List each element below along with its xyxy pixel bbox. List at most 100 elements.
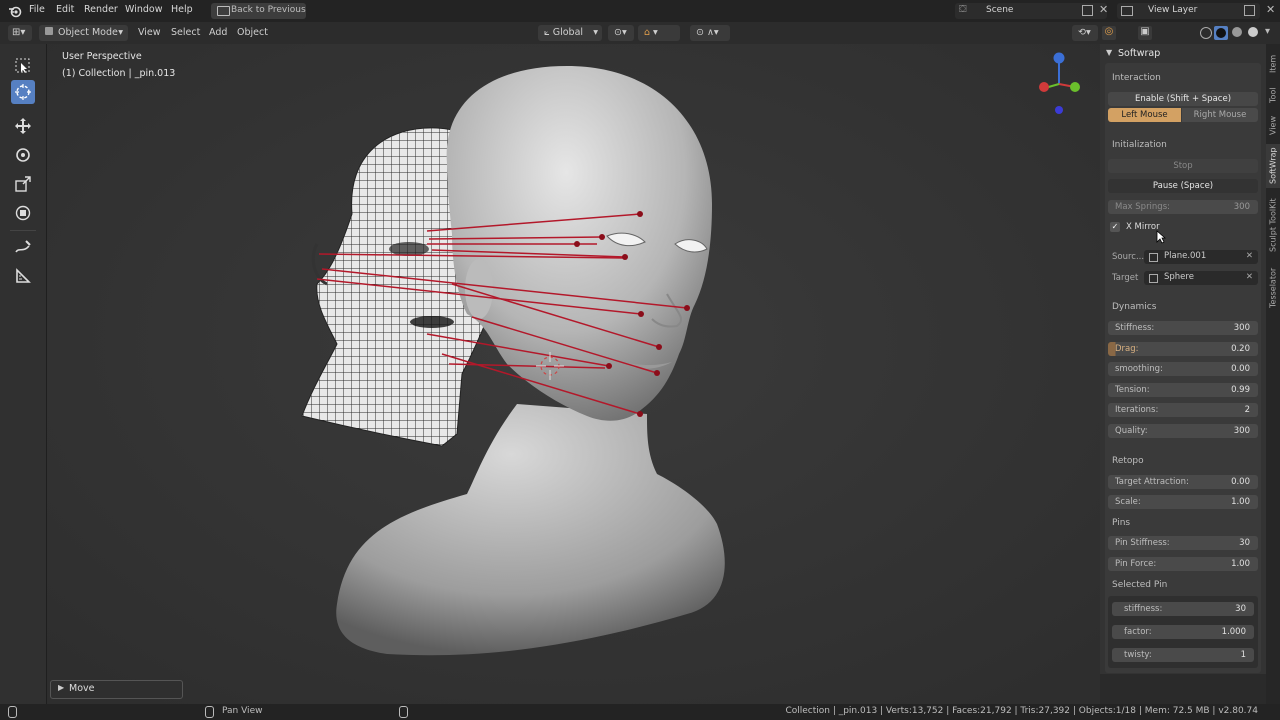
menu-window[interactable]: Window (125, 4, 162, 15)
left-mouse-button[interactable]: Left Mouse (1108, 108, 1181, 122)
annotate-tool[interactable] (11, 235, 35, 259)
tab-view[interactable]: View (1266, 112, 1280, 140)
wireframe-shading-icon[interactable] (1200, 27, 1212, 39)
move-panel-label: Move (69, 683, 95, 694)
rendered-shading-icon[interactable] (1248, 27, 1258, 37)
x-mirror-label: X Mirror (1126, 222, 1160, 232)
source-object-field[interactable]: Plane.001 ✕ (1144, 250, 1258, 264)
overlays-icon[interactable]: ◎ (1102, 26, 1116, 40)
pin-stiffness-sel-field[interactable]: stiffness: 30 (1112, 602, 1254, 616)
sidebar-panel: ▼ Softwrap Interaction Enable (Shift + S… (1100, 44, 1266, 674)
3d-viewport[interactable]: User Perspective (1) Collection | _pin.0… (47, 44, 1100, 704)
duplicate-layer-icon[interactable] (1244, 5, 1255, 16)
tab-tesselator[interactable]: Tesselator (1266, 262, 1280, 314)
gizmo-icon: ⟲▾ (1078, 27, 1091, 38)
move-tool[interactable] (11, 114, 35, 138)
pause-button[interactable]: Pause (Space) (1108, 179, 1258, 193)
snap-magnet-icon: ⌂ (644, 27, 651, 38)
field-value: 0.20 (1231, 344, 1250, 354)
tab-item[interactable]: Item (1266, 50, 1280, 78)
view-layer-selector[interactable]: View Layer (1117, 3, 1260, 19)
select-box-tool[interactable] (11, 54, 35, 78)
mouse-left-icon (8, 706, 17, 718)
pin-force-field[interactable]: Pin Force: 1.00 (1108, 557, 1258, 571)
source-label: Sourc... (1112, 252, 1145, 262)
transform-orientation-dropdown[interactable]: ⟀ Global ▾ (538, 25, 602, 41)
tab-softwrap[interactable]: SoftWrap (1266, 144, 1280, 188)
target-label: Target (1112, 273, 1139, 283)
clear-source-icon[interactable]: ✕ (1246, 251, 1253, 261)
snap-button[interactable]: ⌂ ▾ (638, 25, 680, 41)
enable-button[interactable]: Enable (Shift + Space) (1108, 92, 1258, 106)
move-icon (15, 118, 31, 134)
blender-logo-icon[interactable] (8, 4, 22, 18)
field-value: 30 (1239, 538, 1250, 548)
close-view-layer-icon[interactable]: ✕ (1266, 3, 1275, 16)
field-label: Pin Force: (1115, 559, 1157, 569)
viewport-gizmo-button[interactable]: ⟲▾ (1072, 25, 1098, 41)
shading-options-icon[interactable]: ▾ (1265, 26, 1270, 37)
drag-field[interactable]: Drag: 0.20 (1108, 342, 1258, 356)
pivot-point-dropdown[interactable]: ⊙▾ (608, 25, 634, 41)
field-label: Scale: (1115, 497, 1141, 507)
view-layer-icon (1121, 6, 1133, 16)
field-label: twisty: (1124, 650, 1152, 660)
xray-icon[interactable]: ▣ (1138, 26, 1152, 40)
rotate-tool[interactable] (11, 143, 35, 167)
duplicate-scene-icon[interactable] (1082, 5, 1093, 16)
tab-sculpt-toolkit[interactable]: Sculpt ToolKit (1266, 192, 1280, 258)
dynamics-heading: Dynamics (1112, 302, 1157, 312)
measure-tool[interactable] (11, 264, 35, 288)
smoothing-field[interactable]: smoothing: 0.00 (1108, 362, 1258, 376)
proportional-edit-button[interactable]: ⊙ ∧▾ (690, 25, 730, 41)
pan-view-hint: Pan View (222, 706, 263, 716)
collapse-arrow-icon[interactable]: ▼ (1106, 48, 1112, 57)
iterations-field[interactable]: Iterations: 2 (1108, 403, 1258, 417)
scale-field[interactable]: Scale: 1.00 (1108, 495, 1258, 509)
back-to-previous-button[interactable]: Back to Previous (211, 3, 306, 19)
quality-field[interactable]: Quality: 300 (1108, 424, 1258, 438)
menu-edit[interactable]: Edit (56, 4, 74, 15)
stop-button[interactable]: Stop (1108, 159, 1258, 173)
menu-file[interactable]: File (29, 4, 45, 15)
max-springs-value: 300 (1233, 202, 1250, 212)
max-springs-field[interactable]: Max Springs: 300 (1108, 200, 1258, 214)
expand-icon: ▶ (58, 683, 65, 692)
menu-object[interactable]: Object (237, 25, 268, 41)
mouse-pointer-icon (1156, 230, 1166, 244)
pin-twisty-field[interactable]: twisty: 1 (1112, 648, 1254, 662)
back-to-previous-label: Back to Previous (231, 5, 306, 15)
editor-type-button[interactable]: ⊞▾ (8, 25, 32, 41)
material-shading-icon[interactable] (1232, 27, 1242, 37)
chevron-down-icon: ▾ (593, 27, 598, 38)
tension-field[interactable]: Tension: 0.99 (1108, 383, 1258, 397)
pin-factor-field[interactable]: factor: 1.000 (1112, 625, 1254, 639)
stiffness-field[interactable]: Stiffness: 300 (1108, 321, 1258, 335)
target-attraction-field[interactable]: Target Attraction: 0.00 (1108, 475, 1258, 489)
close-scene-icon[interactable]: ✕ (1099, 3, 1108, 16)
menu-select[interactable]: Select (171, 25, 200, 41)
retopo-heading: Retopo (1112, 456, 1144, 466)
field-label: Target Attraction: (1115, 477, 1189, 487)
menu-help[interactable]: Help (171, 4, 193, 15)
transform-tool[interactable] (11, 201, 35, 225)
scene-selector[interactable]: ⛋ Scene (955, 3, 1107, 19)
solid-shading-icon[interactable] (1214, 26, 1228, 40)
tab-tool[interactable]: Tool (1266, 82, 1280, 108)
target-object-field[interactable]: Sphere ✕ (1144, 271, 1258, 285)
move-operator-panel[interactable]: ▶ Move (50, 680, 183, 699)
menu-render[interactable]: Render (84, 4, 118, 15)
menu-view[interactable]: View (138, 25, 161, 41)
x-mirror-checkbox[interactable]: ✓ (1110, 222, 1120, 232)
toolbar-divider (10, 230, 36, 231)
cursor-tool[interactable] (11, 80, 35, 104)
clear-target-icon[interactable]: ✕ (1246, 272, 1253, 282)
field-value: 300 (1233, 426, 1250, 436)
field-label: stiffness: (1124, 604, 1163, 614)
initialization-heading: Initialization (1112, 140, 1167, 150)
pin-stiffness-field[interactable]: Pin Stiffness: 30 (1108, 536, 1258, 550)
mode-dropdown[interactable]: Object Mode ▾ (39, 25, 128, 41)
menu-add[interactable]: Add (209, 25, 227, 41)
scale-tool[interactable] (11, 172, 35, 196)
right-mouse-button[interactable]: Right Mouse (1182, 108, 1258, 122)
